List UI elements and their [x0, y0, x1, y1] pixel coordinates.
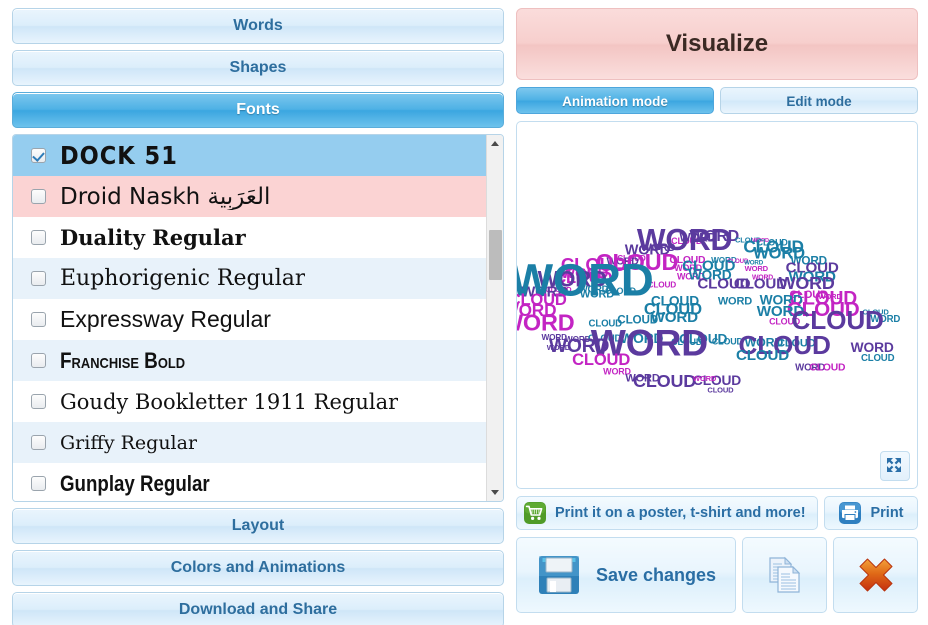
word-cloud-word: WORD [693, 374, 717, 383]
wordart-editor-app: Words Shapes Fonts DOCK 51 Droid Naskh ال… [0, 0, 928, 625]
font-checkbox[interactable] [31, 435, 46, 450]
accordion-label-fonts: Fonts [236, 101, 280, 118]
fonts-panel: DOCK 51 Droid Naskh العَرَبِية Duality Reg… [12, 134, 504, 502]
print-on-poster-button[interactable]: Print it on a poster, t-shirt and more! [516, 496, 818, 530]
right-preview-column: Visualize Animation mode Edit mode CLOUD… [512, 0, 928, 625]
tab-animation-mode-label: Animation mode [562, 94, 668, 109]
word-cloud-word: CLOUD [572, 350, 630, 369]
font-checkbox[interactable] [31, 394, 46, 409]
font-list-item[interactable]: Griffy Regular [13, 422, 486, 463]
word-cloud-canvas[interactable]: CLOUD WORD WORD CLOUD WORD CLOUD WORD WORD WORD C… [516, 121, 918, 489]
word-cloud-word: CLOUD [707, 386, 734, 395]
accordion-header-shapes[interactable]: Shapes [12, 50, 504, 86]
font-list-item[interactable]: DOCK 51 [13, 135, 486, 176]
primary-button-row: Save changes [516, 537, 918, 613]
font-name-label: Goudy Bookletter 1911 Regular [60, 389, 399, 414]
print-button[interactable]: Print [824, 496, 918, 530]
word-cloud-word: WORD [718, 295, 752, 307]
save-changes-label: Save changes [595, 564, 717, 585]
word-cloud-word: CLOUD [809, 363, 846, 374]
word-cloud-word: WORD [517, 310, 574, 336]
font-list-item[interactable]: Expressway Regular [13, 299, 486, 340]
accordion-label-words: Words [233, 17, 283, 34]
font-name-label: Droid Naskh العَرَبِية [60, 183, 271, 210]
scroll-down-arrow-icon[interactable] [487, 484, 503, 501]
fullscreen-expand-icon[interactable] [880, 451, 910, 481]
font-name-label: Expressway Regular [60, 306, 271, 332]
floppy-disk-save-icon [538, 556, 579, 594]
scrollbar-thumb[interactable] [489, 230, 502, 280]
printer-icon [839, 502, 862, 524]
print-on-poster-label: Print it on a poster, t-shirt and more! [555, 505, 806, 521]
font-name-label: Franchise Bold [60, 347, 186, 373]
accordion-header-fonts[interactable]: Fonts [12, 92, 504, 128]
accordion-label-shapes: Shapes [229, 59, 287, 76]
tab-animation-mode[interactable]: Animation mode [516, 87, 714, 114]
tab-edit-mode-label: Edit mode [786, 94, 852, 109]
font-checkbox[interactable] [31, 353, 46, 368]
font-list-item[interactable]: Euphorigenic Regular [13, 258, 486, 299]
font-name-label: DOCK 51 [60, 141, 178, 170]
copy-documents-icon [768, 556, 800, 593]
red-cross-close-icon [859, 558, 892, 592]
fullscreen-arrows-glyph [887, 458, 901, 472]
word-cloud-word: WORD [745, 264, 769, 273]
accordion-header-colors-animations[interactable]: Colors and Animations [12, 550, 504, 586]
accordion-header-layout[interactable]: Layout [12, 508, 504, 544]
word-cloud-word: CLOUD [633, 371, 696, 391]
word-cloud-word: CLOUD [736, 347, 789, 364]
shopping-cart-icon [524, 502, 546, 524]
font-name-label: Griffy Regular [60, 431, 198, 454]
font-checkbox[interactable] [31, 189, 46, 204]
font-name-label: Gunplay Regular [60, 470, 210, 496]
accordion-header-words[interactable]: Words [12, 8, 504, 44]
visualize-label: Visualize [665, 30, 769, 57]
visualize-button[interactable]: Visualize [516, 8, 918, 80]
mode-tab-bar: Animation mode Edit mode [516, 87, 918, 114]
word-cloud-word: CLOUD [861, 353, 895, 364]
accordion-label-layout: Layout [231, 517, 285, 534]
font-checkbox[interactable] [31, 312, 46, 327]
font-list-scrollbar[interactable] [486, 135, 503, 501]
save-changes-button[interactable]: Save changes [516, 537, 736, 613]
secondary-button-row: Print it on a poster, t-shirt and more! … [516, 496, 918, 530]
font-checkbox[interactable] [31, 476, 46, 491]
copy-button[interactable] [742, 537, 827, 613]
accordion-label-download-share: Download and Share [178, 601, 338, 618]
close-discard-button[interactable] [833, 537, 918, 613]
font-list[interactable]: DOCK 51 Droid Naskh العَرَبِية Duality Reg… [13, 135, 486, 501]
font-list-item[interactable]: Droid Naskh العَرَبِية [13, 176, 486, 217]
font-list-item[interactable]: Franchise Bold [13, 340, 486, 381]
font-list-item[interactable]: Goudy Bookletter 1911 Regular [13, 381, 486, 422]
scroll-up-arrow-icon[interactable] [487, 135, 503, 152]
font-list-item[interactable]: Gunplay Regular [13, 463, 486, 501]
font-checkbox[interactable] [31, 230, 46, 245]
font-checkbox[interactable] [31, 148, 46, 163]
font-name-label: Euphorigenic Regular [60, 266, 306, 291]
left-accordion-column: Words Shapes Fonts DOCK 51 Droid Naskh ال… [0, 0, 512, 625]
font-list-item[interactable]: Duality Regular [13, 217, 486, 258]
font-name-label: Duality Regular [60, 225, 246, 250]
tab-edit-mode[interactable]: Edit mode [720, 87, 918, 114]
print-label: Print [870, 505, 904, 521]
font-checkbox[interactable] [31, 271, 46, 286]
word-cloud-graphic: CLOUDWORDWORDCLOUDWORDCLOUDWORDWORDWORD C… [517, 224, 901, 395]
accordion-label-colors-animations: Colors and Animations [170, 559, 346, 576]
accordion-header-download-share[interactable]: Download and Share [12, 592, 504, 625]
